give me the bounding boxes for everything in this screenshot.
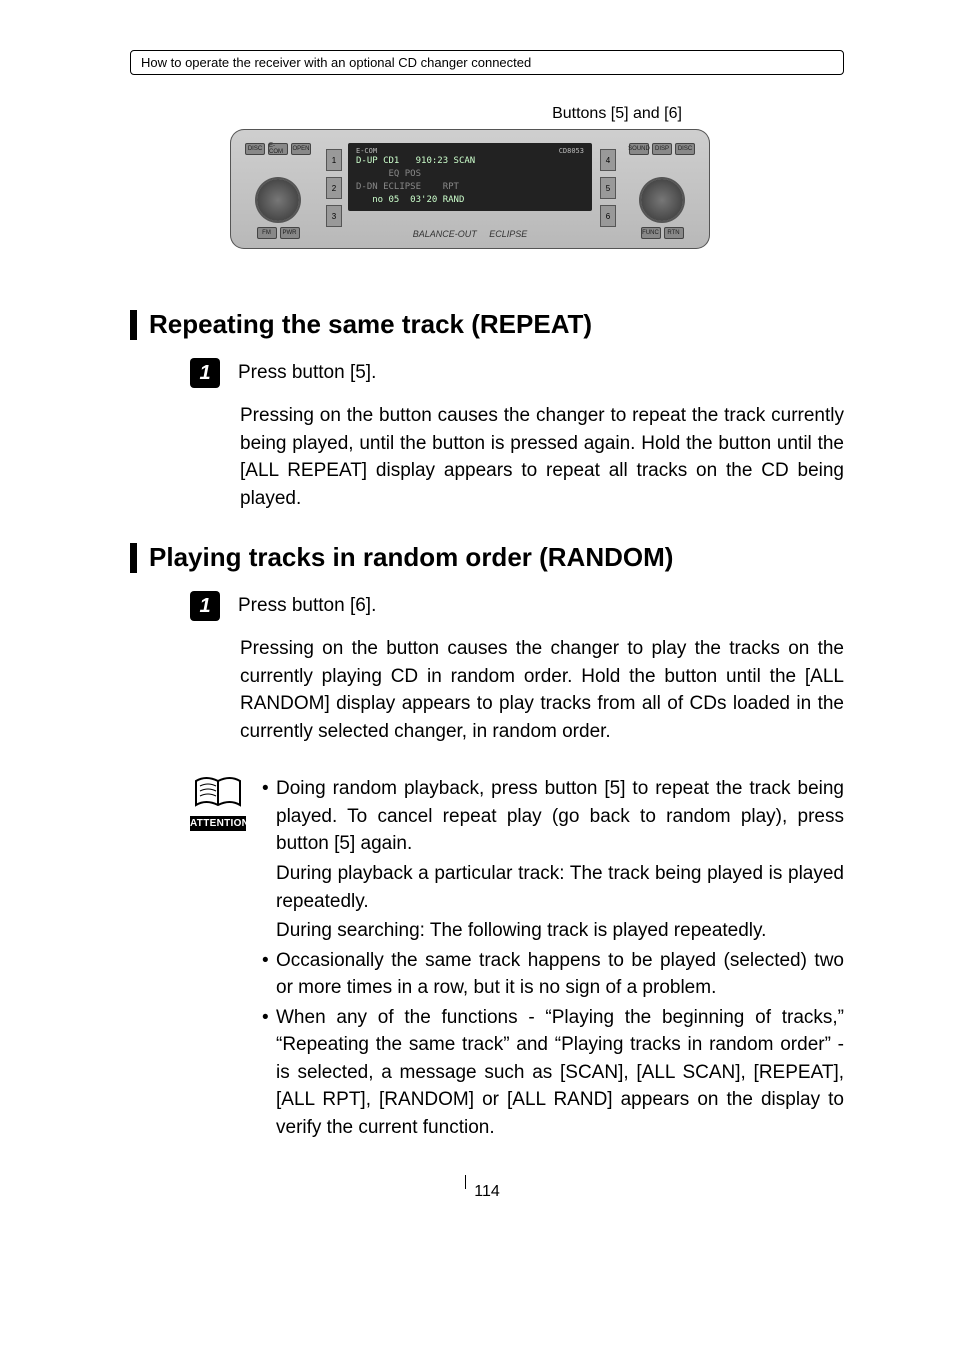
attention-subitem: During playback a particular track: The … [276,860,844,915]
bullet-icon: • [262,1004,276,1142]
section-title-random: Playing tracks in random order (RANDOM) [130,542,844,573]
preset-3: 3 [326,205,342,227]
ecom-button: E-COM [268,143,288,155]
preset-column-right: 4 5 6 [600,149,614,227]
page-number: 114 [130,1183,844,1201]
section-heading: Playing tracks in random order (RANDOM) [149,542,673,573]
right-button-cluster: SOUND DISP DISC [622,143,702,155]
preset-2: 2 [326,177,342,199]
pwr-button: PWR [280,227,300,239]
device-diagram: DISC E-COM OPEN FM PWR 1 2 3 E-COMCD8053… [230,129,710,249]
breadcrumb-header: How to operate the receiver with an opti… [130,50,844,75]
bullet-icon: • [262,947,276,1002]
fm-button: FM [257,227,277,239]
book-icon [194,775,242,809]
sound-button: SOUND [629,143,649,155]
section-bar-icon [130,543,137,573]
step-number-badge: 1 [190,591,220,621]
volume-knob [257,179,299,221]
disp-button: DISP [652,143,672,155]
preset-1: 1 [326,149,342,171]
open-button: OPEN [291,143,311,155]
attention-item: When any of the functions - “Playing the… [276,1004,844,1142]
rtn-button: RTN [664,227,684,239]
left-button-cluster: DISC E-COM OPEN [238,143,318,155]
attention-label: ATTENTION [190,816,246,831]
attention-subitem: During searching: The following track is… [276,917,844,945]
attention-item: Doing random playback, press button [5] … [276,775,844,858]
attention-item: Occasionally the same track happens to b… [276,947,844,1002]
disc2-button: DISC [675,143,695,155]
section-heading: Repeating the same track (REPEAT) [149,309,592,340]
preset-4: 4 [600,149,616,171]
func-button: FUNC [641,227,661,239]
section-body-repeat: Pressing on the button causes the change… [240,402,844,512]
step-instruction: Press button [6]. [238,591,376,617]
bullet-icon: • [262,775,276,858]
section-title-repeat: Repeating the same track (REPEAT) [130,309,844,340]
lcd-display: E-COMCD8053 D-UP CD1 910:23 SCAN EQ POS … [348,143,592,211]
preset-5: 5 [600,177,616,199]
brand-label: BALANCE-OUT ECLIPSE [348,229,592,239]
section-body-random: Pressing on the button causes the change… [240,635,844,745]
attention-badge: ATTENTION [190,775,246,1143]
attention-list: • Doing random playback, press button [5… [262,775,844,1143]
step-instruction: Press button [5]. [238,358,376,384]
step-number-badge: 1 [190,358,220,388]
section-bar-icon [130,310,137,340]
tune-knob [641,179,683,221]
preset-6: 6 [600,205,616,227]
figure-caption: Buttons [5] and [6] [390,105,844,123]
disc-button: DISC [245,143,265,155]
preset-column-left: 1 2 3 [326,149,340,227]
